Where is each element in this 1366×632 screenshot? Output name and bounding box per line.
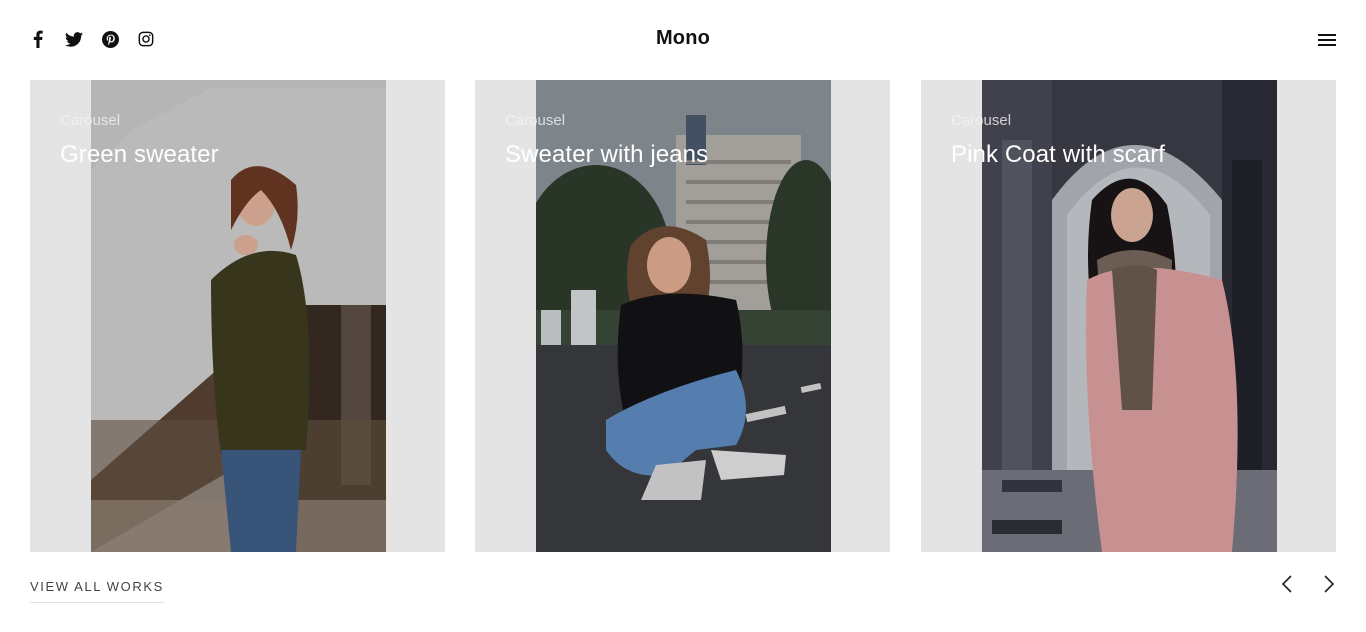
card-title[interactable]: Sweater with jeans xyxy=(505,141,708,169)
card-title[interactable]: Pink Coat with scarf xyxy=(951,141,1165,169)
instagram-icon[interactable] xyxy=(136,29,156,49)
card-tag: Carousel xyxy=(60,112,121,129)
chevron-left-icon[interactable] xyxy=(1276,573,1298,595)
twitter-icon[interactable] xyxy=(64,29,84,49)
card-caption: Carousel Green sweater xyxy=(60,112,219,169)
brand-wrap: Mono xyxy=(0,27,1366,50)
card-caption: Carousel Pink Coat with scarf xyxy=(951,112,1165,169)
carousel-card[interactable]: Carousel Pink Coat with scarf xyxy=(921,80,1336,552)
carousel-card[interactable]: Carousel Green sweater xyxy=(30,80,445,552)
facebook-icon[interactable] xyxy=(28,29,48,49)
chevron-right-icon[interactable] xyxy=(1318,573,1340,595)
works-carousel: Carousel Green sweater Carousel Sweater … xyxy=(30,80,1336,552)
pinterest-icon[interactable] xyxy=(100,29,120,49)
hamburger-menu-icon[interactable] xyxy=(1315,30,1339,50)
card-caption: Carousel Sweater with jeans xyxy=(505,112,708,169)
site-header: Mono xyxy=(0,0,1366,80)
brand-logo[interactable]: Mono xyxy=(656,27,710,49)
card-tag: Carousel xyxy=(505,112,566,129)
carousel-nav xyxy=(1276,573,1340,595)
card-tag: Carousel xyxy=(951,112,1012,129)
carousel-card[interactable]: Carousel Sweater with jeans xyxy=(475,80,890,552)
view-all-works-link[interactable]: VIEW ALL WORKS xyxy=(30,579,164,603)
card-title[interactable]: Green sweater xyxy=(60,141,219,169)
social-links xyxy=(28,29,156,49)
